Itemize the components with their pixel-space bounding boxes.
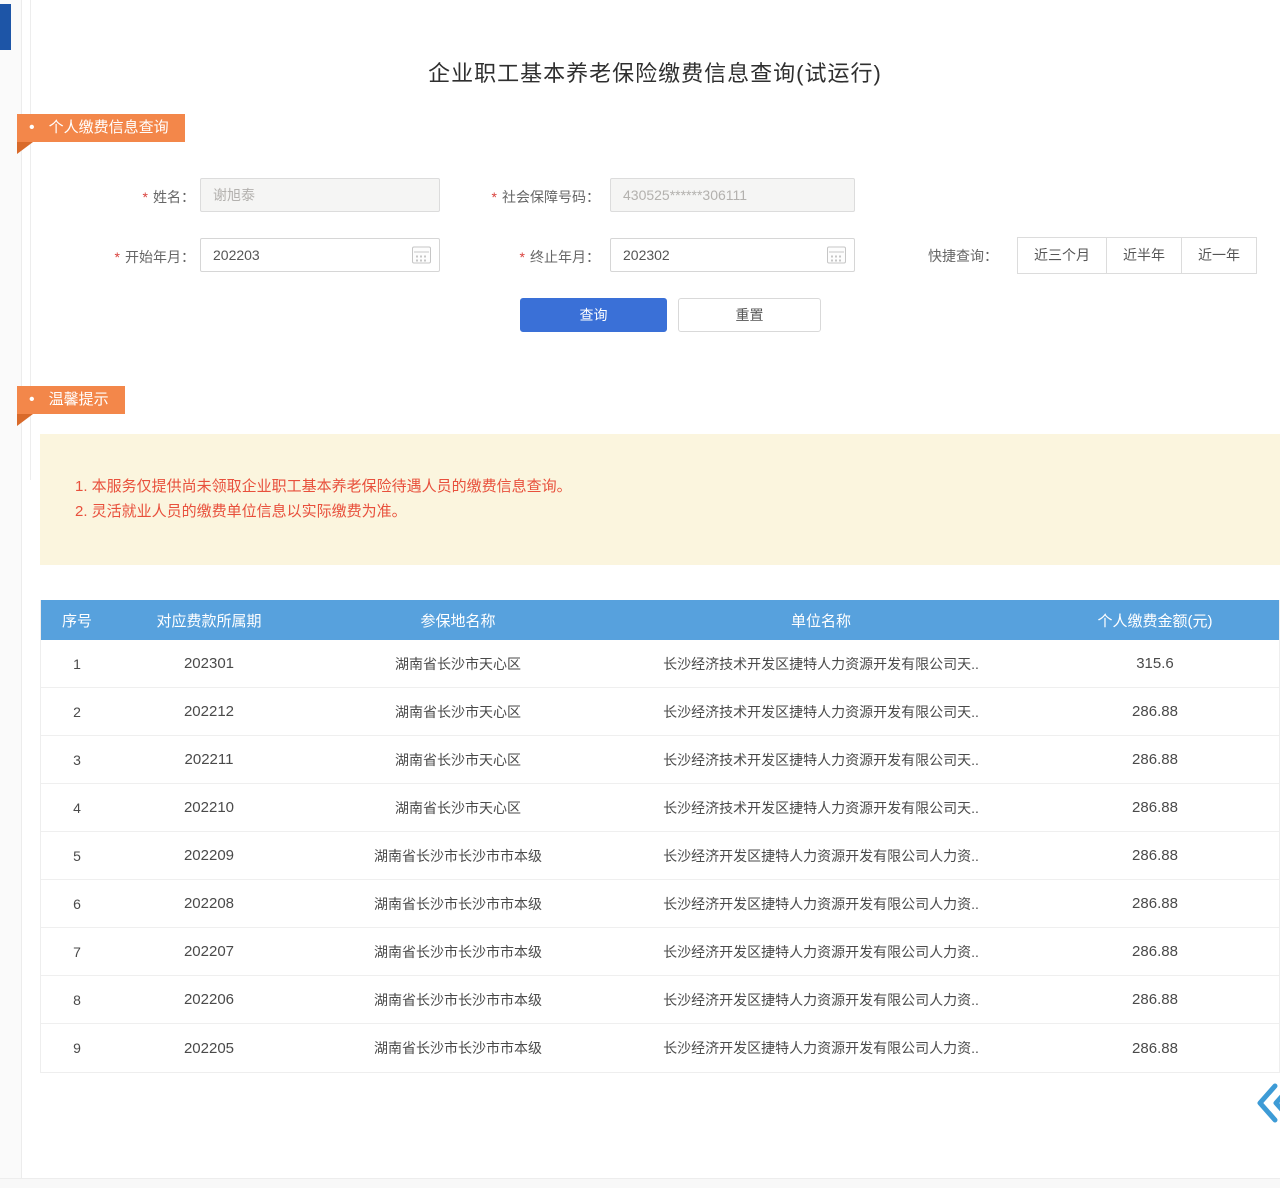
section-badge-tips-tail [17, 414, 33, 426]
table-row: 4 202210 湖南省长沙市天心区 长沙经济技术开发区捷特人力资源开发有限公司… [41, 784, 1279, 832]
section-badge-tips: • 温馨提示 [17, 386, 125, 414]
query-button[interactable]: 查询 [520, 298, 667, 332]
notice-line: 1. 本服务仅提供尚未领取企业职工基本养老保险待遇人员的缴费信息查询。 [75, 474, 1280, 499]
column-header-place: 参保地名称 [305, 610, 611, 631]
ssn-field[interactable]: 430525******306111 [610, 178, 855, 212]
name-field[interactable]: 谢旭泰 [200, 178, 440, 212]
section-badge-query-label: 个人缴费信息查询 [49, 114, 169, 142]
table-row: 9 202205 湖南省长沙市长沙市市本级 长沙经济开发区捷特人力资源开发有限公… [41, 1024, 1279, 1072]
pension-query-page: { "page": { "title": "企业职工基本养老保险缴费信息查询(试… [0, 0, 1280, 1188]
start-month-value: 202203 [213, 247, 260, 263]
ssn-value: 430525******306111 [623, 187, 747, 203]
notice-box: 1. 本服务仅提供尚未领取企业职工基本养老保险待遇人员的缴费信息查询。 2. 灵… [40, 434, 1280, 565]
notice-line: 2. 灵活就业人员的缴费单位信息以实际缴费为准。 [75, 499, 1280, 524]
table-row: 7 202207 湖南省长沙市长沙市市本级 长沙经济开发区捷特人力资源开发有限公… [41, 928, 1279, 976]
end-month-field[interactable]: 202302 [610, 238, 855, 272]
table-row: 8 202206 湖南省长沙市长沙市市本级 长沙经济开发区捷特人力资源开发有限公… [41, 976, 1279, 1024]
end-month-label: *终止年月： [490, 247, 600, 267]
bullet-icon: • [29, 114, 35, 142]
bottom-strip [0, 1178, 1280, 1188]
section-badge-query-tail [17, 142, 33, 154]
sidebar-corner-block [0, 4, 11, 50]
column-header-seq: 序号 [41, 610, 113, 631]
required-asterisk: * [520, 249, 525, 265]
column-header-company: 单位名称 [611, 610, 1031, 631]
quick-button-3months[interactable]: 近三个月 [1017, 237, 1107, 274]
name-value: 谢旭泰 [213, 185, 255, 205]
end-month-value: 202302 [623, 247, 670, 263]
table-row: 3 202211 湖南省长沙市天心区 长沙经济技术开发区捷特人力资源开发有限公司… [41, 736, 1279, 784]
table-header-row: 序号 对应费款所属期 参保地名称 单位名称 个人缴费金额(元) [41, 600, 1279, 640]
required-asterisk: * [492, 189, 497, 205]
section-badge-tips-label: 温馨提示 [49, 386, 109, 414]
calendar-icon[interactable] [412, 247, 431, 264]
quick-query-label: 快捷查询： [928, 246, 998, 266]
start-month-label: *开始年月： [80, 247, 195, 267]
required-asterisk: * [143, 189, 148, 205]
start-month-field[interactable]: 202203 [200, 238, 440, 272]
page-title: 企业职工基本养老保险缴费信息查询(试运行) [30, 56, 1280, 88]
required-asterisk: * [115, 249, 120, 265]
double-chevron-left-icon[interactable] [1252, 1082, 1280, 1124]
table-row: 2 202212 湖南省长沙市天心区 长沙经济技术开发区捷特人力资源开发有限公司… [41, 688, 1279, 736]
bullet-icon: • [29, 386, 35, 414]
section-badge-query: • 个人缴费信息查询 [17, 114, 185, 142]
quick-button-halfyear[interactable]: 近半年 [1106, 237, 1182, 274]
calendar-icon[interactable] [827, 247, 846, 264]
column-header-period: 对应费款所属期 [113, 610, 305, 631]
quick-button-1year[interactable]: 近一年 [1181, 237, 1257, 274]
table-row: 6 202208 湖南省长沙市长沙市市本级 长沙经济开发区捷特人力资源开发有限公… [41, 880, 1279, 928]
reset-button[interactable]: 重置 [678, 298, 821, 332]
ssn-label: *社会保障号码： [455, 187, 600, 207]
name-label: *姓名： [95, 187, 195, 207]
column-header-amount: 个人缴费金额(元) [1031, 610, 1279, 631]
quick-query-group: 近三个月 近半年 近一年 [1017, 237, 1257, 274]
table-row: 5 202209 湖南省长沙市长沙市市本级 长沙经济开发区捷特人力资源开发有限公… [41, 832, 1279, 880]
table-row: 1 202301 湖南省长沙市天心区 长沙经济技术开发区捷特人力资源开发有限公司… [41, 640, 1279, 688]
results-table: 序号 对应费款所属期 参保地名称 单位名称 个人缴费金额(元) 1 202301… [40, 600, 1280, 1073]
left-rail [0, 0, 22, 1188]
